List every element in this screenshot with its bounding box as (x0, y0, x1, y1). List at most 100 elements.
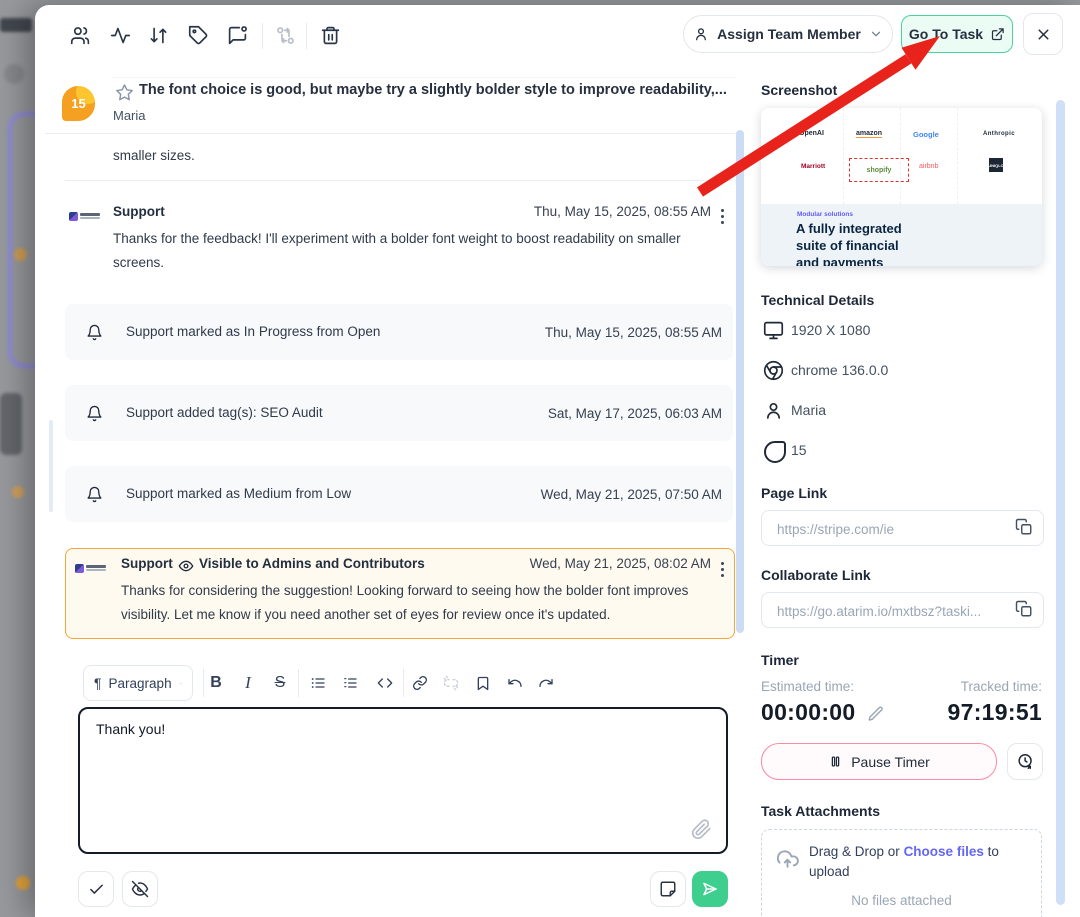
code-icon[interactable] (371, 669, 399, 697)
choose-files-link[interactable]: Choose files (904, 844, 984, 859)
paragraph-format-select[interactable]: ¶ Paragraph (83, 665, 193, 701)
copy-icon[interactable] (1013, 517, 1035, 539)
undo-icon[interactable] (501, 669, 529, 697)
support-avatar (69, 206, 103, 226)
internal-note-visibility-button[interactable] (122, 871, 158, 907)
google-logo: Google (913, 130, 939, 139)
grid-divider (900, 108, 902, 204)
tag-icon[interactable] (184, 21, 212, 49)
check-icon (88, 881, 105, 898)
drop-text-line2: upload (809, 862, 1019, 882)
toolbar-divider (262, 23, 263, 49)
highlighted-text-line2: visibility. Let me know if you need anot… (121, 603, 610, 627)
time-log-button[interactable] (1007, 743, 1043, 780)
background-dot (16, 876, 30, 890)
activity-timestamp: Sat, May 17, 2025, 06:03 AM (548, 406, 722, 421)
send-icon (701, 880, 719, 898)
activity-timestamp: Thu, May 15, 2025, 08:55 AM (545, 325, 722, 340)
screenshot-thumbnail[interactable]: OpenAI amazon Google Anthropic Marriott … (761, 108, 1042, 266)
trash-icon[interactable] (316, 21, 344, 49)
compare-icon[interactable] (271, 21, 299, 49)
hero-eyebrow: Modular solutions (797, 211, 853, 218)
ordered-list-icon[interactable] (336, 669, 364, 697)
comment-text-line2: screens. (113, 251, 164, 275)
link-icon[interactable] (406, 669, 434, 697)
paragraph-format-label: Paragraph (109, 676, 172, 691)
assignees-icon[interactable] (66, 21, 94, 49)
divider (112, 77, 737, 78)
copy-icon[interactable] (1013, 599, 1035, 621)
hero-headline-line1: A fully integrated (796, 220, 902, 237)
sidebar-scrollbar[interactable] (1056, 100, 1065, 905)
sort-icon[interactable] (144, 21, 172, 49)
drop-text-prefix: Drag & Drop or (809, 844, 900, 859)
pause-timer-label: Pause Timer (851, 754, 930, 770)
resolve-check-button[interactable] (78, 871, 114, 907)
task-detail-modal: Assign Team Member Go To Task 15 The fon… (35, 5, 1080, 917)
background-text-blur (0, 18, 32, 32)
task-number-value: 15 (791, 442, 807, 458)
comment-input-text: Thank you! (80, 709, 726, 749)
bookmark-icon[interactable] (469, 669, 497, 697)
task-author: Maria (113, 108, 146, 123)
timer-heading: Timer (761, 652, 799, 668)
activity-text: Support marked as In Progress from Open (126, 320, 380, 344)
bold-button[interactable]: B (202, 669, 230, 697)
comment-input[interactable]: Thank you! (78, 707, 728, 854)
close-button[interactable] (1023, 13, 1063, 55)
visibility-label: Visible to Admins and Contributors (199, 556, 425, 571)
task-badge-icon (764, 441, 786, 463)
redo-icon[interactable] (532, 669, 560, 697)
previous-message-fragment: smaller sizes. (113, 144, 195, 168)
italic-button[interactable]: I (234, 669, 262, 697)
attachments-dropzone[interactable]: Drag & Drop or Choose files to upload No… (761, 829, 1042, 917)
sticky-note-icon (659, 880, 677, 898)
technical-details-heading: Technical Details (761, 292, 874, 308)
unlink-icon[interactable] (437, 669, 465, 697)
task-title: The font choice is good, but maybe try a… (139, 82, 739, 98)
pause-timer-button[interactable]: Pause Timer (761, 743, 997, 780)
strikethrough-button[interactable]: S (266, 669, 294, 697)
airbnb-logo: airbnb (919, 163, 938, 170)
comment-menu-icon[interactable] (717, 205, 728, 228)
thread-scrollbar[interactable] (736, 130, 744, 633)
grid-divider (843, 108, 845, 204)
comment-status-icon[interactable] (223, 21, 251, 49)
left-scroll-indicator[interactable] (49, 420, 53, 512)
go-to-task-button[interactable]: Go To Task (901, 15, 1013, 53)
collaborate-link-input[interactable] (775, 593, 999, 629)
assign-team-member-button[interactable]: Assign Team Member (683, 15, 893, 53)
activity-icon[interactable] (106, 21, 134, 49)
marriott-logo: Marriott (801, 163, 825, 170)
star-icon[interactable] (112, 80, 136, 104)
paperclip-icon[interactable] (691, 819, 712, 840)
comment-timestamp: Thu, May 15, 2025, 08:55 AM (491, 204, 711, 219)
highlighted-text-line1: Thanks for considering the suggestion! L… (121, 579, 688, 603)
comment-timestamp: Wed, May 21, 2025, 08:02 AM (491, 556, 711, 571)
toolbar-divider (306, 23, 307, 49)
activity-text: Support marked as Medium from Low (126, 482, 351, 506)
background-dot (14, 248, 27, 261)
person-icon (693, 26, 709, 42)
tracked-time-value: 97:19:51 (822, 699, 1042, 726)
collaborate-link-field (761, 592, 1044, 628)
hero-section: Modular solutions A fully integrated sui… (761, 204, 1042, 266)
background-block-blur (0, 393, 22, 455)
collaborate-link-label: Collaborate Link (761, 567, 871, 583)
reporter-value: Maria (791, 402, 826, 418)
comment-menu-icon[interactable] (717, 558, 728, 581)
activity-row: Support marked as Medium from Low Wed, M… (65, 466, 733, 522)
clock-history-icon (1016, 752, 1035, 771)
cloud-upload-icon (775, 847, 800, 872)
editor-divider (403, 669, 404, 697)
send-button[interactable] (692, 871, 728, 907)
note-button[interactable] (650, 871, 686, 907)
support-avatar (75, 558, 109, 578)
comment-author: Support (113, 204, 165, 219)
task-number: 15 (71, 96, 85, 111)
page-link-input[interactable] (775, 511, 999, 547)
bullet-list-icon[interactable] (304, 669, 332, 697)
activity-row: Support added tag(s): SEO Audit Sat, May… (65, 385, 733, 441)
comment-text-line1: Thanks for the feedback! I'll experiment… (113, 227, 681, 251)
browser-value: chrome 136.0.0 (791, 362, 888, 378)
